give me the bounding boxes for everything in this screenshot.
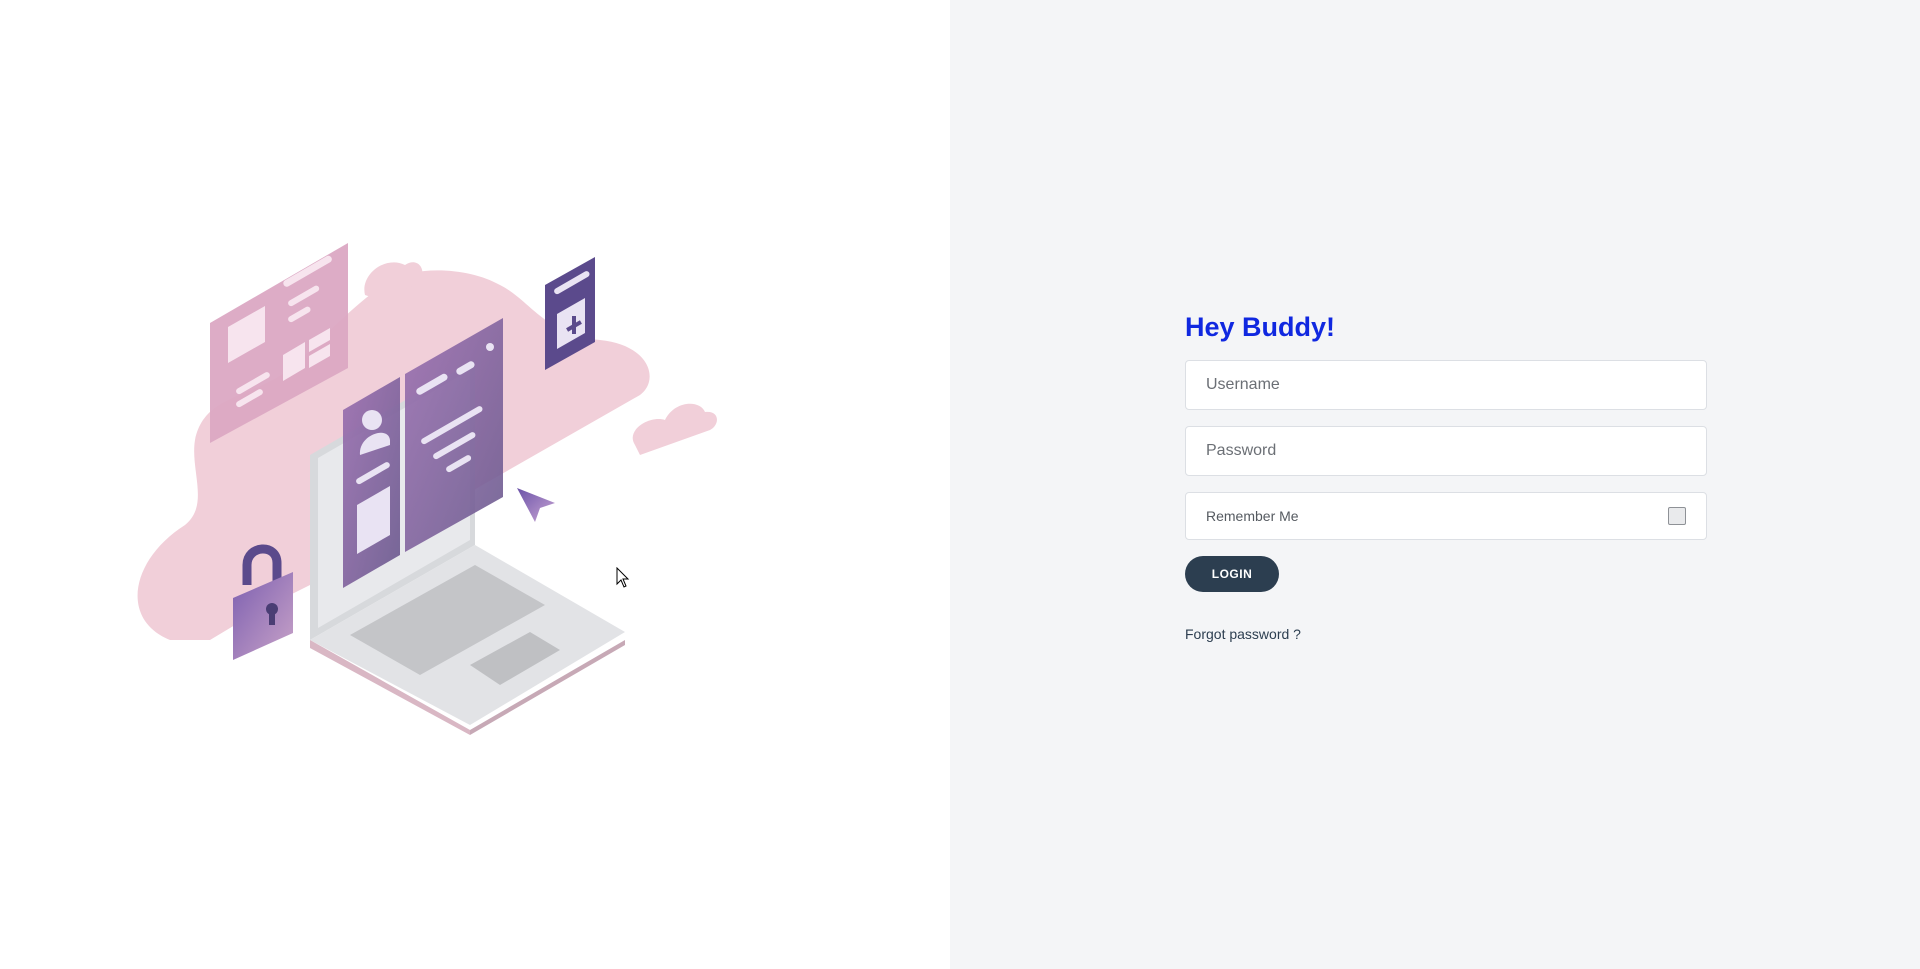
remember-me-label: Remember Me bbox=[1206, 508, 1299, 524]
username-input[interactable] bbox=[1185, 360, 1707, 410]
login-button[interactable]: LOGIN bbox=[1185, 556, 1279, 592]
remember-me-checkbox[interactable] bbox=[1668, 507, 1686, 525]
login-panel: Hey Buddy! Remember Me LOGIN Forgot pass… bbox=[950, 0, 1920, 969]
pointer-arrow-icon bbox=[517, 488, 555, 522]
forgot-password-link[interactable]: Forgot password ? bbox=[1185, 626, 1301, 642]
login-page: Hey Buddy! Remember Me LOGIN Forgot pass… bbox=[0, 0, 1920, 969]
illustration-panel bbox=[0, 0, 950, 969]
password-input[interactable] bbox=[1185, 426, 1707, 476]
page-title: Hey Buddy! bbox=[1185, 312, 1336, 342]
login-form: Hey Buddy! Remember Me LOGIN Forgot pass… bbox=[1185, 310, 1707, 644]
remember-me-row[interactable]: Remember Me bbox=[1185, 492, 1707, 540]
login-illustration bbox=[137, 243, 717, 735]
mouse-cursor-icon bbox=[616, 567, 630, 588]
